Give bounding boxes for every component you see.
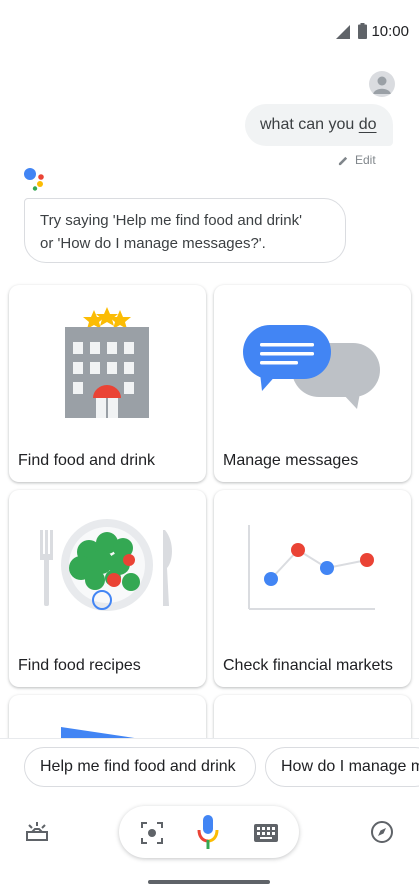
card-label: Check financial markets (223, 657, 393, 674)
account-icon (373, 76, 391, 94)
hotel-building-icon (65, 307, 149, 418)
card-check-financial-markets[interactable]: Check financial markets (214, 490, 411, 687)
google-assistant-logo-icon (24, 168, 44, 191)
user-query-bubble: what can you do (245, 104, 393, 146)
keyboard-icon[interactable] (254, 824, 278, 842)
explore-icon[interactable] (370, 820, 394, 844)
suggestion-chip-messages[interactable]: How do I manage messages? (265, 747, 419, 787)
salad-plate-icon (40, 519, 172, 611)
signal-icon (336, 25, 350, 39)
card-find-food-and-drink[interactable]: Find food and drink (9, 285, 206, 482)
suggestion-chip-food[interactable]: Help me find food and drink (24, 747, 256, 787)
status-time: 10:00 (371, 23, 409, 40)
edit-label: Edit (355, 153, 376, 167)
lens-icon[interactable] (141, 822, 163, 844)
status-bar: 10:00 (0, 0, 419, 62)
battery-icon (358, 23, 367, 39)
card-label: Manage messages (223, 452, 359, 469)
user-query-text: what can you (260, 116, 359, 133)
user-avatar[interactable] (369, 71, 395, 97)
home-indicator[interactable] (148, 880, 270, 884)
user-query-underlined-word: do (358, 116, 377, 133)
assistant-reply-line-1: Try saying 'Help me find food and drink' (40, 212, 302, 229)
chat-bubbles-icon (243, 325, 380, 409)
card-manage-messages[interactable]: Manage messages (214, 285, 411, 482)
mic-icon[interactable] (197, 815, 219, 849)
edit-query-link[interactable]: Edit (338, 153, 376, 167)
card-label: Find food recipes (18, 657, 141, 674)
card-label: Find food and drink (18, 452, 155, 469)
updates-icon[interactable] (25, 820, 49, 844)
pencil-icon (338, 156, 348, 165)
line-chart-icon (248, 525, 375, 610)
assistant-reply-bubble: Try saying 'Help me find food and drink'… (24, 198, 346, 263)
assistant-reply-line-2: or 'How do I manage messages?'. (40, 235, 266, 252)
card-find-food-recipes[interactable]: Find food recipes (9, 490, 206, 687)
